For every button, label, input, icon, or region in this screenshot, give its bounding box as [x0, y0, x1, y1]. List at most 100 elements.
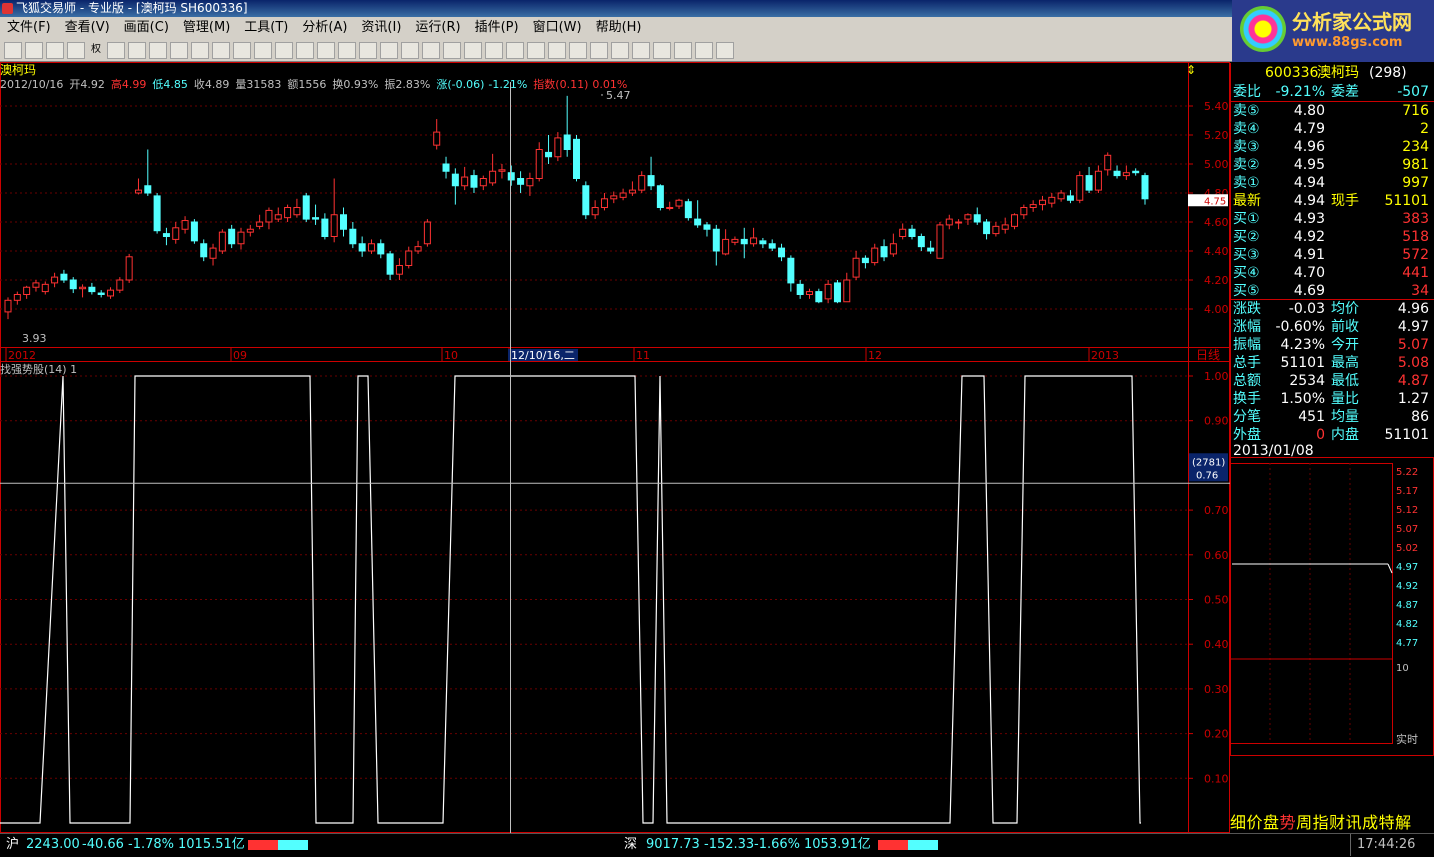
candle-body — [666, 207, 674, 209]
hline-icon[interactable] — [464, 41, 482, 59]
quote-tab-3[interactable]: 势 — [1280, 813, 1296, 832]
quote-tab-8[interactable]: 成 — [1362, 813, 1378, 832]
ellipse-icon[interactable] — [590, 41, 608, 59]
candle-body — [871, 247, 879, 264]
crosshair-value: 0.76 — [1196, 470, 1218, 481]
menu-item-2[interactable]: 画面(C) — [117, 17, 176, 39]
open-icon[interactable] — [4, 41, 22, 59]
weight-icon[interactable]: 权 — [88, 42, 104, 59]
candle-body — [545, 151, 553, 158]
period-label[interactable]: 日线 — [1196, 348, 1220, 362]
wb-value: -9.21% — [1275, 84, 1325, 100]
table-icon[interactable] — [317, 41, 335, 59]
candle-body — [172, 227, 180, 240]
vline-icon[interactable] — [485, 41, 503, 59]
zoom-out-icon[interactable] — [67, 41, 85, 59]
clock: 17:44:26 — [1350, 834, 1415, 856]
info-close_l: 收 — [194, 77, 205, 91]
candle-body — [861, 257, 869, 264]
menu-item-7[interactable]: 运行(R) — [408, 17, 467, 39]
date-label: 09 — [233, 349, 247, 362]
candle-body — [573, 138, 580, 179]
mini-plot-frame — [1230, 463, 1393, 744]
buy-label: 买⑤ — [1233, 283, 1260, 299]
candle-body — [265, 209, 273, 223]
ruler-icon[interactable] — [149, 41, 167, 59]
layout2-icon[interactable] — [380, 41, 398, 59]
menu-item-4[interactable]: 工具(T) — [237, 17, 295, 39]
window-title: 飞狐交易师 - 专业版 - [澳柯玛 SH600336] — [16, 1, 248, 15]
quote-tab-5[interactable]: 指 — [1313, 813, 1329, 832]
candle-body — [815, 291, 823, 303]
sell-price: 4.96 — [1293, 139, 1325, 155]
candle-body — [498, 169, 506, 172]
sh-breadth-bar — [248, 840, 308, 850]
rsi-icon[interactable] — [25, 41, 43, 59]
candle-body — [591, 207, 599, 216]
eraser-icon[interactable] — [653, 41, 671, 59]
candle-body — [1104, 154, 1112, 171]
crosshair-count: (2781) — [1192, 457, 1225, 468]
grid-icon[interactable] — [296, 41, 314, 59]
warning-icon[interactable] — [254, 41, 272, 59]
quote-row: 振幅 4.23% 今开 5.07 — [1231, 336, 1434, 354]
menu-item-9[interactable]: 窗口(W) — [526, 17, 589, 39]
rect-icon[interactable] — [569, 41, 587, 59]
candle-body — [768, 243, 776, 249]
menu-item-10[interactable]: 帮助(H) — [589, 17, 649, 39]
text-icon[interactable] — [611, 41, 629, 59]
line-icon[interactable] — [443, 41, 461, 59]
quote-tab-2[interactable]: 盘 — [1263, 813, 1279, 832]
candle-body — [778, 247, 786, 258]
book2-icon[interactable] — [191, 41, 209, 59]
channel-icon[interactable] — [527, 41, 545, 59]
info-date: 2012/10/16 — [0, 78, 63, 91]
save-icon[interactable] — [716, 41, 734, 59]
alarm-icon[interactable] — [233, 41, 251, 59]
quote-tab-9[interactable]: 特 — [1379, 813, 1395, 832]
parallel-icon[interactable] — [548, 41, 566, 59]
book-icon[interactable] — [170, 41, 188, 59]
candle-body — [107, 289, 115, 297]
window-icon[interactable] — [338, 41, 356, 59]
cursor-icon[interactable] — [422, 41, 440, 59]
candle-body — [712, 228, 720, 252]
chart-area[interactable]: 5.405.205.004.804.604.404.204.005.473.93… — [0, 62, 1230, 833]
quote-tab-10[interactable]: 解 — [1395, 813, 1411, 832]
link-icon[interactable] — [107, 41, 125, 59]
sell-price: 4.80 — [1293, 103, 1325, 119]
menu-item-0[interactable]: 文件(F) — [0, 17, 58, 39]
menu-item-8[interactable]: 插件(P) — [468, 17, 526, 39]
last-price: 4.94 — [1293, 193, 1325, 209]
menu-item-5[interactable]: 分析(A) — [295, 17, 354, 39]
lock-icon[interactable] — [674, 41, 692, 59]
candle-body — [246, 228, 254, 233]
mini-tick: 5.12 — [1396, 505, 1418, 516]
fan-icon[interactable] — [506, 41, 524, 59]
chart-icon[interactable] — [401, 41, 419, 59]
color-icon[interactable] — [695, 41, 713, 59]
stat2-label: 均量 — [1331, 409, 1359, 425]
candle-body — [237, 231, 245, 245]
buy-vol: 518 — [1402, 229, 1429, 245]
quote-tab-1[interactable]: 价 — [1247, 813, 1263, 832]
pencil-icon[interactable] — [275, 41, 293, 59]
quote-tab-6[interactable]: 财 — [1329, 813, 1345, 832]
quote-row: 买④ 4.70 441 — [1231, 264, 1434, 282]
search-icon[interactable] — [212, 41, 230, 59]
menu-item-6[interactable]: 资讯(I) — [354, 17, 408, 39]
quote-row: 卖③ 4.96 234 — [1231, 138, 1434, 156]
menu-item-3[interactable]: 管理(M) — [176, 17, 237, 39]
scroll-arrow-icon[interactable]: ⇕ — [1186, 63, 1196, 77]
stat2-value: 1.27 — [1397, 391, 1429, 407]
quote-tab-0[interactable]: 细 — [1230, 813, 1246, 832]
candle-body — [414, 246, 422, 252]
quote-tab-7[interactable]: 讯 — [1346, 813, 1362, 832]
binoculars-icon[interactable] — [128, 41, 146, 59]
menu-item-1[interactable]: 查看(V) — [58, 17, 117, 39]
candle-body — [1020, 207, 1028, 216]
quote-tab-4[interactable]: 周 — [1296, 813, 1312, 832]
zoom-in-icon[interactable] — [46, 41, 64, 59]
layout-icon[interactable] — [359, 41, 377, 59]
copy-icon[interactable] — [632, 41, 650, 59]
